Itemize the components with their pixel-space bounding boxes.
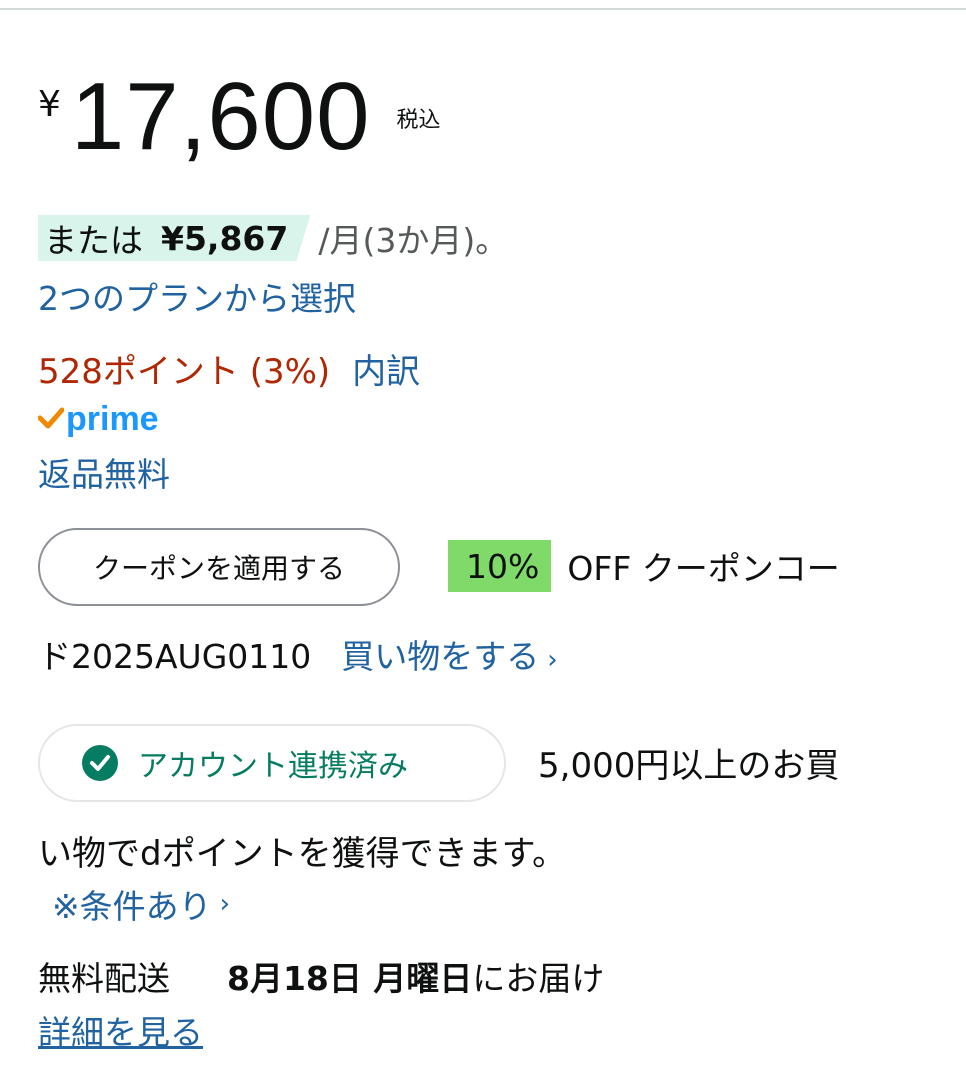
account-linked-badge[interactable]: アカウント連携済み (38, 724, 506, 802)
account-linked-label: アカウント連携済み (138, 749, 408, 784)
chevron-right-icon: › (547, 645, 558, 675)
prime-label: prime (66, 400, 159, 438)
delivery-prefix: 無料配送 (38, 959, 170, 998)
apply-coupon-label: クーポンを適用する (92, 552, 345, 585)
coupon-description: 10% OFF クーポンコー (448, 540, 840, 592)
coupon-code-row: ド2025AUG0110 買い物をする › (38, 630, 558, 678)
delivery-suffix: にお届け (472, 959, 605, 998)
plan-select-link[interactable]: 2つのプランから選択 (38, 272, 356, 320)
delivery-info: 無料配送 8月18日 月曜日にお届け (38, 952, 604, 1000)
shop-link-label: 買い物をする (341, 637, 540, 676)
prime-badge: prime (37, 400, 159, 439)
free-returns-link[interactable]: 返品無料 (38, 448, 170, 496)
coupon-code: ド2025AUG0110 (38, 637, 312, 676)
conditions-label: ※条件あり (52, 887, 212, 926)
installment-highlight: または ¥5,867 (38, 215, 310, 261)
installment-amount: ¥5,867 (161, 218, 289, 258)
dpoint-text-line1: 5,000円以上のお買 (538, 746, 840, 786)
points-breakdown-link[interactable]: 内訳 (352, 344, 420, 393)
delivery-date: 8月18日 月曜日 (227, 959, 473, 998)
chevron-right-icon: › (219, 889, 231, 919)
coupon-discount-badge: 10% (448, 540, 552, 592)
coupon-text-line1: OFF クーポンコー (567, 549, 840, 588)
points-text: 528ポイント (3%) (38, 352, 331, 392)
apply-coupon-button[interactable]: クーポンを適用する (38, 528, 400, 606)
dpoint-text-line2: い物でdポイントを獲得できます。 (38, 834, 567, 874)
tax-label: 税込 (396, 108, 441, 133)
delivery-details-link[interactable]: 詳細を見る (38, 1006, 203, 1054)
check-circle-icon (82, 745, 118, 781)
prime-check-icon (37, 407, 65, 433)
price: ¥ 17,600 税込 (38, 62, 441, 172)
price-amount: 17,600 (70, 63, 371, 170)
currency-symbol: ¥ (38, 84, 61, 125)
installment-suffix: /月(3か月)。 (318, 221, 509, 260)
installment-prefix: または (44, 221, 143, 260)
shop-link[interactable]: 買い物をする › (341, 630, 557, 678)
points-row: 528ポイント (3%) 内訳 (38, 344, 420, 393)
top-divider (0, 8, 966, 10)
installment-info: または ¥5,867 /月(3か月)。 (38, 212, 508, 264)
conditions-link[interactable]: ※条件あり › (52, 880, 230, 928)
